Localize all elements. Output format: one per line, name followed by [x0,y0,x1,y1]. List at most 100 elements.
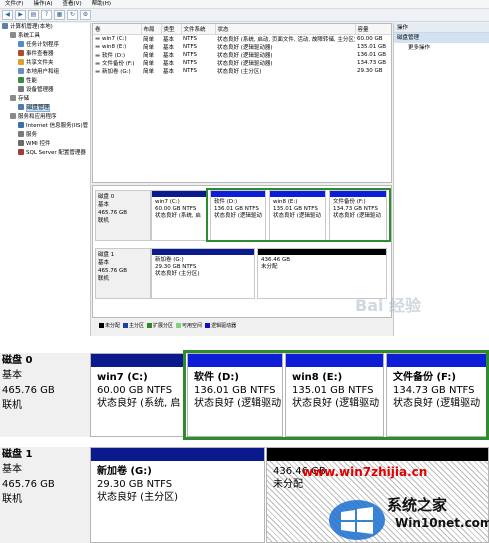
table-cell: 简单 [143,68,155,75]
tree-node-icon [18,77,24,83]
tree-node[interactable]: SQL Server 配置管理器 [0,149,90,158]
partition-details: 436.46 GB 未分配 [258,255,386,273]
volume-name: win7 (C:) [101,35,127,42]
disk-info-1[interactable]: 磁盘 1 基本 465.76 GB 联机 [95,248,151,299]
legend-swatch [205,323,211,328]
tree-node[interactable]: Internet 信息服务(IIS)管 [0,122,90,131]
menu-file[interactable]: 文件(F) [0,0,28,9]
table-cell: 29.30 GB [357,67,383,74]
disk-size: 465.76 GB [2,385,55,396]
table-cell: NTFS [183,51,198,58]
tree-node[interactable]: 共享文件夹 [0,59,90,68]
settings-icon[interactable]: ⚙ [80,10,91,20]
column-header[interactable]: 容量 [355,24,391,35]
volume-icon: ▬ [95,43,102,50]
computer-management-window: 文件(F) 操作(A) 查看(V) 帮助(H) ◀ ▶ ▤ ? ▦ ↻ ⚙ 计算… [0,0,489,336]
table-row[interactable]: ▬ 软件 (D:) 简单 基本 NTFS 状态良好 (逻辑驱动器) 136.01 GB [93,51,391,59]
tree-node[interactable]: 服务 [0,131,90,140]
menu-view[interactable]: 查看(V) [58,0,87,9]
partition-size: 60.00 GB NTFS [155,206,197,212]
tree-node-icon [10,32,16,38]
column-header[interactable]: 状态 [215,24,356,35]
tree-node-label: 计算机管理(本地) [10,24,53,30]
tree-node-icon [18,86,24,92]
volume-name: win8 (E:) [101,43,127,50]
table-cell: 基本 [163,52,175,59]
disk-name: 磁盘 0 [2,355,33,366]
column-header[interactable]: 布局 [141,24,162,35]
disk-type: 基本 [98,202,110,208]
tree-node[interactable]: 存储 [0,95,90,104]
volume-table: 卷布局 类型 文件系统 状态 容量 ▬ win7 (C:) 简单 基本 NTFS 状态良好 (系… [93,24,391,75]
volume-icon: ▬ [95,35,102,42]
refresh-icon[interactable]: ↻ [67,10,78,20]
table-row[interactable]: ▬ win8 (E:) 简单 基本 NTFS 状态良好 (逻辑驱动器) 135.01 GB [93,43,391,51]
legend-swatch [176,323,182,328]
tree-node-icon [18,149,24,155]
disk-info-1[interactable]: 磁盘 1 基本 465.76 GB 联机 [0,447,90,543]
table-row[interactable]: ▬ 文件备份 (F:) 简单 基本 NTFS 状态良好 (逻辑驱动器) 134.73 GB [93,59,391,67]
table-row[interactable]: ▬ win7 (C:) 简单 基本 NTFS 状态良好 (系统, 启动, 页面文件, 活… [93,34,391,43]
partition-status: 状态良好 (系统, 启 [155,213,201,219]
column-header[interactable]: 卷 [93,24,142,35]
table-cell: 134.73 GB [357,59,387,66]
forward-icon[interactable]: ▶ [15,10,26,20]
partition-block[interactable]: 新加卷 (G:) 29.30 GB NTFS 状态良好 (主分区) [151,248,255,299]
tree-node[interactable]: 服务和应用程序 [0,113,90,122]
column-header[interactable]: 类型 [161,24,182,35]
pane-icon[interactable]: ▤ [28,10,39,20]
tree-node[interactable]: 系统工具 [0,32,90,41]
menu-action[interactable]: 操作(A) [28,0,57,9]
menu-help[interactable]: 帮助(H) [87,0,116,9]
actions-group-disk-management[interactable]: 磁盘管理 [394,33,489,43]
partition-size: 29.30 GB NTFS [97,479,173,490]
brand-name: 系统之家 [387,496,448,514]
table-cell: ▬ win8 (E:) [93,43,141,51]
tree-node-icon [18,140,24,146]
disk-status: 联机 [98,276,110,282]
table-cell: 简单 [143,60,155,67]
disk-info-0[interactable]: 磁盘 0 基本 465.76 GB 联机 [95,190,151,241]
legend-swatch [123,323,129,328]
table-cell: 状态良好 (主分区) [217,68,262,75]
tree-node[interactable]: 任务计划程序 [0,41,90,50]
table-cell: NTFS [183,59,198,66]
more-actions-link[interactable]: 更多操作 [394,43,489,53]
disk-status: 联机 [2,400,22,411]
tree-node-label: 服务和应用程序 [18,114,57,120]
extended-partition-outline-large [183,350,489,440]
table-cell: 基本 [163,68,175,75]
tree-node[interactable]: 本地用户和组 [0,68,90,77]
table-cell: 状态良好 (逻辑驱动器) [217,52,273,59]
tree-node[interactable]: 性能 [0,77,90,86]
partition-block[interactable]: win7 (C:) 60.00 GB NTFS 状态良好 (系统, 启 [151,190,208,241]
partition-block[interactable]: 新加卷 (G:) 29.30 GB NTFS 状态良好 (主分区) [90,447,265,543]
legend-label: 扩展分区 [153,323,174,329]
tree-node[interactable]: 计算机管理(本地) [0,23,90,32]
tree-node-label: 事件查看器 [26,51,54,57]
site-watermark: www.win7zhijia.cn [302,465,428,479]
partition-block[interactable]: win7 (C:) 60.00 GB NTFS 状态良好 (系统, 启 [90,353,185,437]
table-cell: 状态良好 (逻辑驱动器) [217,60,273,67]
tree-node[interactable]: 事件查看器 [0,50,90,59]
tree-node[interactable]: WMI 控件 [0,140,90,149]
properties-icon[interactable]: ▦ [54,10,65,20]
volume-list: 卷布局 类型 文件系统 状态 容量 ▬ win7 (C:) 简单 基本 NTFS 状态良好 (系… [92,23,392,183]
tree-node[interactable]: 磁盘管理 [0,104,90,113]
column-header[interactable]: 文件系统 [181,24,216,35]
tree-node-label: 设备管理器 [26,87,54,93]
table-row[interactable]: ▬ 新加卷 (G:) 简单 基本 NTFS 状态良好 (主分区) 29.30 GB [93,67,391,75]
help-icon[interactable]: ? [41,10,52,20]
baidu-watermark: Bai 经验 [355,296,422,315]
toolbar: ◀ ▶ ▤ ? ▦ ↻ ⚙ [0,9,489,22]
back-icon[interactable]: ◀ [2,10,13,20]
brand-url: Win10net.com [395,516,489,530]
extended-partition-outline-small [206,188,391,242]
tree-node-label: WMI 控件 [26,141,51,147]
tree-node[interactable]: 设备管理器 [0,86,90,95]
volume-icon: ▬ [95,68,102,75]
table-cell: ▬ 软件 (D:) [93,51,141,59]
disk-info-0[interactable]: 磁盘 0 基本 465.76 GB 联机 [0,353,90,437]
actions-header: 操作 [394,23,489,33]
legend-swatch [147,323,153,328]
